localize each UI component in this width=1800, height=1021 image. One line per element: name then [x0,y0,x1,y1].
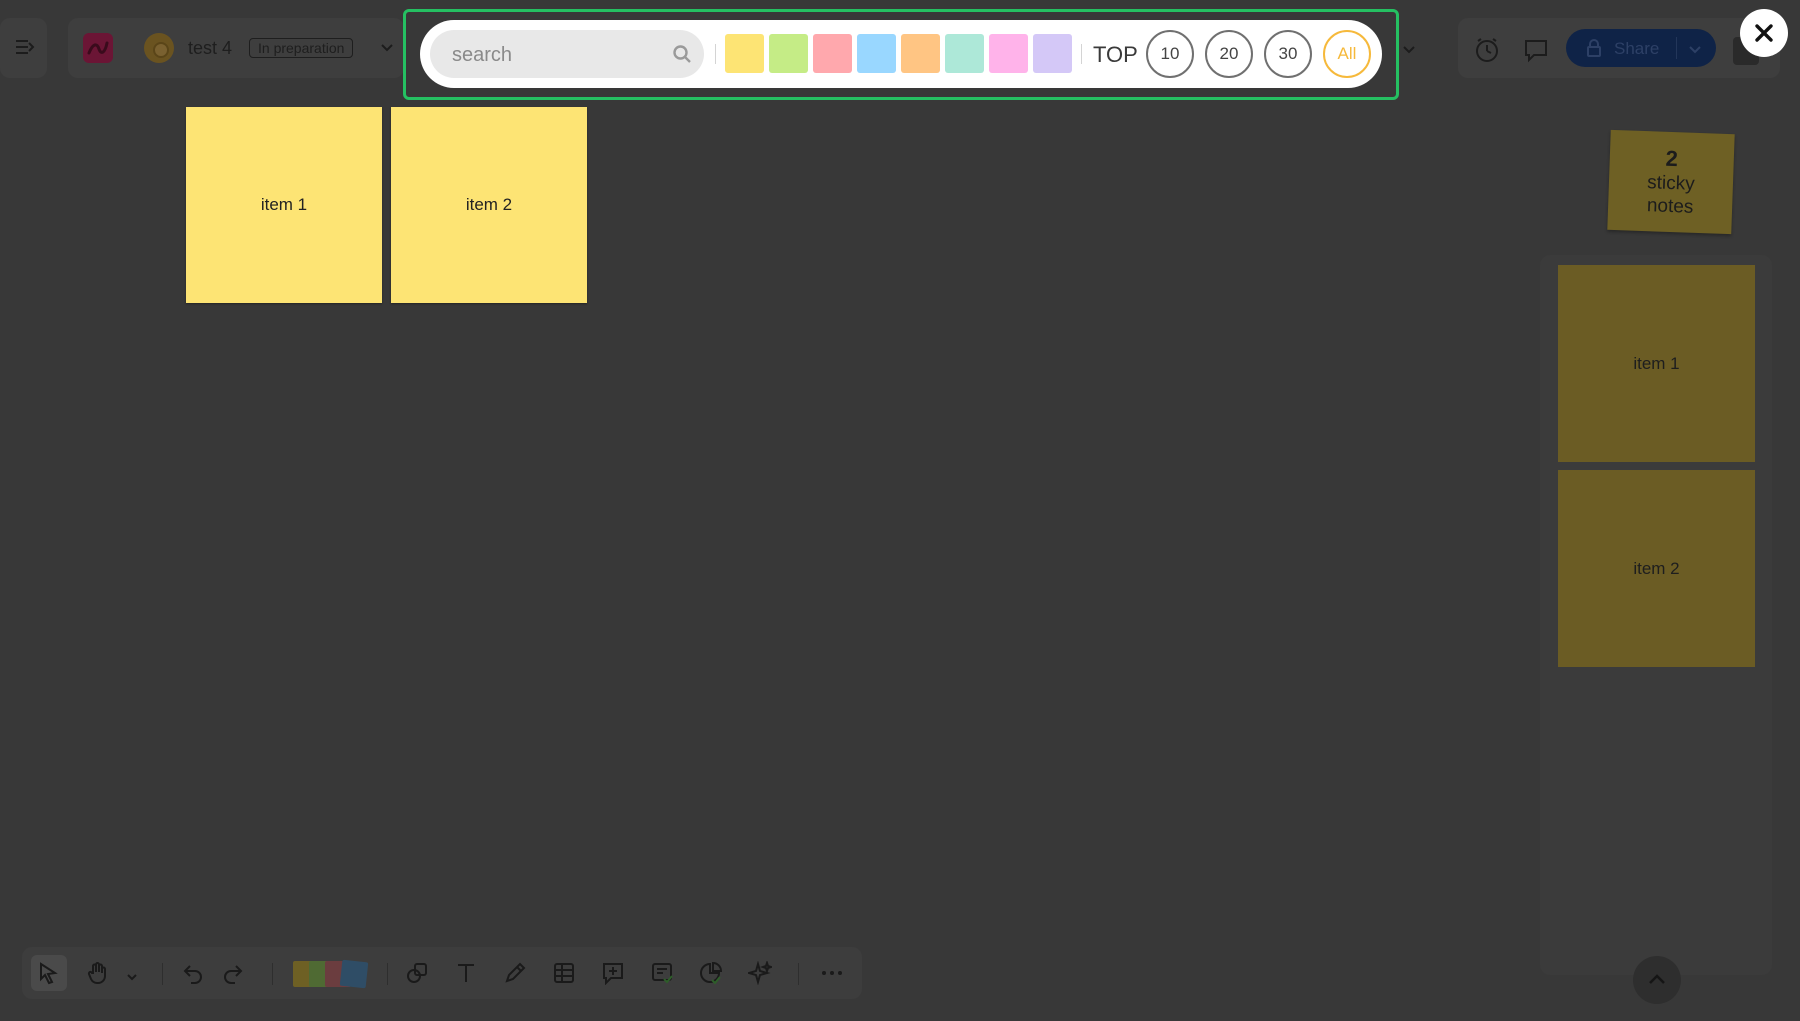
select-tool[interactable] [31,955,67,991]
bottom-toolbar [22,947,862,999]
sticky-note-stack-icon[interactable] [293,959,369,989]
close-button[interactable] [1740,9,1788,57]
color-swatch-4[interactable] [857,34,896,73]
canvas-sticky-note-1[interactable]: item 1 [186,107,382,303]
sticky-note-label: item 2 [465,195,513,214]
toolbar-divider [272,963,273,985]
sticky-count-number: 2 [1665,145,1679,172]
toolbar-divider [387,963,388,985]
board-title[interactable]: test 4 [188,38,232,59]
color-swatch-6[interactable] [945,34,984,73]
board-avatar[interactable] [144,33,174,63]
canvas-sticky-note-2[interactable]: item 2 [391,107,587,303]
add-comment-icon[interactable] [595,955,631,991]
table-icon[interactable] [546,955,582,991]
app-logo-icon[interactable] [83,33,113,63]
scroll-to-top-button[interactable] [1633,956,1681,1004]
color-swatch-2[interactable] [769,34,808,73]
redo-icon[interactable] [215,955,251,991]
share-button[interactable]: Share [1566,29,1716,67]
color-swatch-8[interactable] [1033,34,1072,73]
top-bar-board-panel [68,18,404,78]
hand-tool-chevron-down-icon[interactable] [126,969,138,987]
top-20-button[interactable]: 20 [1205,30,1253,78]
top-label: TOP [1093,42,1138,67]
shapes-icon[interactable] [400,955,436,991]
top-all-button[interactable]: All [1323,30,1371,78]
panel-item-label: item 2 [1633,558,1680,578]
chart-icon[interactable] [693,955,729,991]
status-badge[interactable]: In preparation [249,38,354,58]
share-chevron-down-icon[interactable] [1688,40,1702,60]
panel-list-item[interactable]: item 2 [1558,470,1755,667]
toolbar-divider [798,963,799,985]
top-30-button[interactable]: 30 [1264,30,1312,78]
timer-icon[interactable] [1473,36,1501,64]
color-swatch-3[interactable] [813,34,852,73]
sticky-count-label: sticky notes [1646,172,1696,218]
sticky-note-label: item 1 [260,195,308,214]
toolbar-chevron-down-icon[interactable] [1402,42,1416,60]
share-label: Share [1614,39,1660,58]
panel-item-label: item 1 [1633,353,1680,373]
text-icon[interactable] [448,955,484,991]
more-options-icon[interactable] [814,955,850,991]
filter-divider [715,44,716,64]
stack-note-blue [339,959,369,989]
search-icon[interactable] [672,44,692,64]
color-swatch-1[interactable] [725,34,764,73]
panel-list-item[interactable]: item 1 [1558,265,1755,462]
sticky-notes-count: 2 sticky notes [1607,129,1735,235]
checklist-icon[interactable] [644,955,680,991]
pen-icon[interactable] [497,955,533,991]
color-swatch-5[interactable] [901,34,940,73]
filter-divider [1081,44,1082,64]
ai-sparkle-icon[interactable] [742,955,778,991]
top-10-button[interactable]: 10 [1146,30,1194,78]
comments-icon[interactable] [1522,36,1550,64]
search-box [430,30,704,80]
lock-icon [1586,39,1602,62]
board-menu-chevron-down-icon[interactable] [380,40,394,58]
share-divider [1676,37,1677,59]
collapse-menu-icon[interactable] [14,36,36,58]
color-swatch-7[interactable] [989,34,1028,73]
undo-icon[interactable] [175,955,211,991]
sticky-filter-bar: TOP 10 20 30 All [420,20,1382,88]
search-input[interactable] [450,30,664,80]
hand-tool[interactable] [80,955,116,991]
toolbar-divider [162,963,163,985]
